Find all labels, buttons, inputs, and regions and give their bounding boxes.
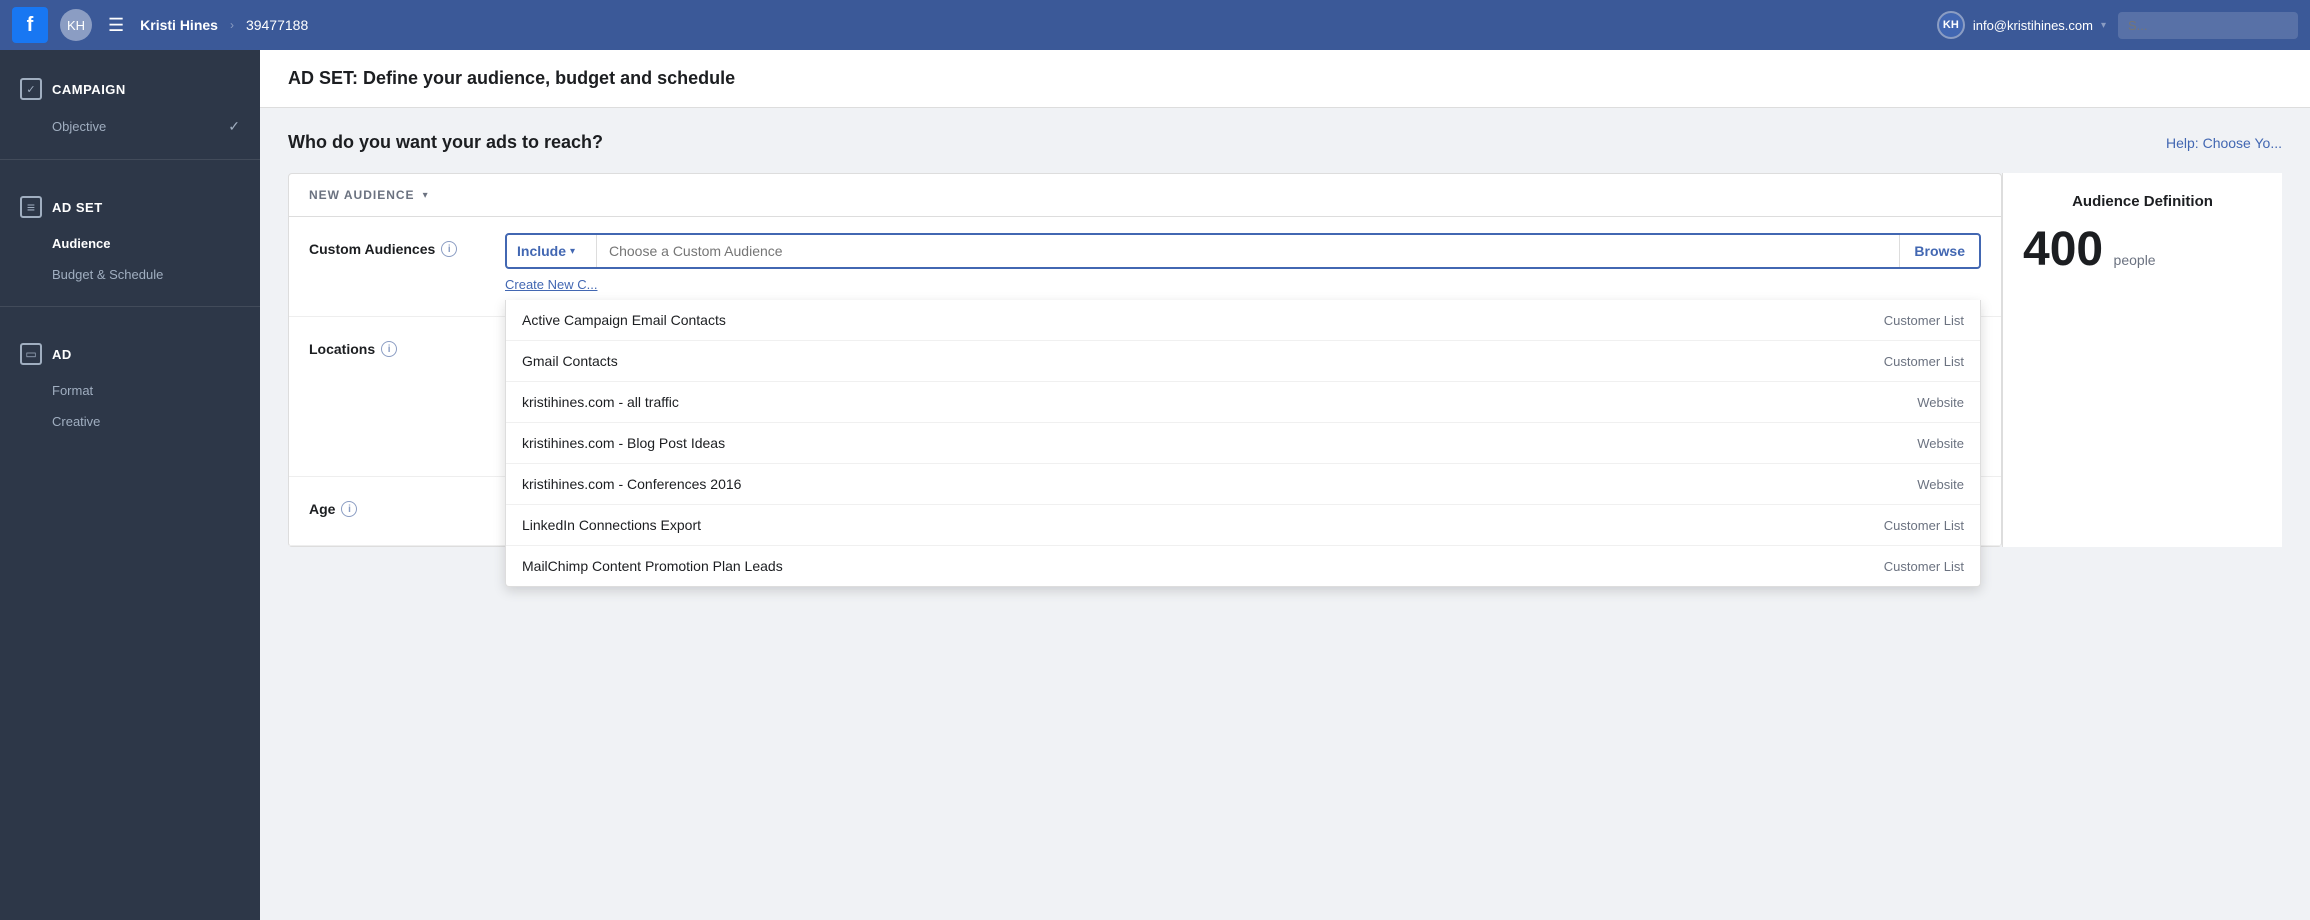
ad-section-header: ▭ AD <box>0 333 260 375</box>
dropdown-item-type-6: Customer List <box>1884 559 1964 574</box>
new-audience-label: NEW AUDIENCE <box>309 188 415 202</box>
dropdown-item-type-5: Customer List <box>1884 518 1964 533</box>
custom-audience-area: Include ▾ Browse Active Campaign <box>505 233 1981 300</box>
main-area: NEW AUDIENCE ▾ Custom Audiences i <box>288 173 2282 547</box>
content-body: Who do you want your ads to reach? Help:… <box>260 108 2310 920</box>
campaign-section-title: CAMPAIGN <box>52 82 126 97</box>
include-dropdown-arrow: ▾ <box>570 246 575 257</box>
sidebar-item-objective[interactable]: Objective ✓ <box>0 110 260 143</box>
campaign-section-header: ✓ CAMPAIGN <box>0 68 260 110</box>
sidebar-item-format[interactable]: Format <box>0 375 260 406</box>
audience-label: Audience <box>52 236 111 251</box>
sidebar-item-creative[interactable]: Creative <box>0 406 260 437</box>
age-label-area: Age i <box>309 493 489 517</box>
page-header-subtitle: Define your audience, budget and schedul… <box>363 68 735 88</box>
dropdown-item-name-6: MailChimp Content Promotion Plan Leads <box>522 558 783 574</box>
sidebar-section-adset: ≡ AD SET Audience Budget & Schedule <box>0 168 260 298</box>
dropdown-item-2[interactable]: kristihines.com - all traffic Website <box>506 382 1980 423</box>
dropdown-item-type-3: Website <box>1917 436 1964 451</box>
objective-label: Objective <box>52 119 106 134</box>
include-select[interactable]: Include ▾ <box>507 235 597 267</box>
divider-2 <box>0 306 260 307</box>
custom-audiences-label-area: Custom Audiences i <box>309 233 489 257</box>
form-area: NEW AUDIENCE ▾ Custom Audiences i <box>288 173 2002 547</box>
audience-definition-title: Audience Definition <box>2023 193 2262 210</box>
audience-people-label: people <box>2114 252 2156 268</box>
hamburger-icon[interactable]: ☰ <box>104 11 128 40</box>
creative-label: Creative <box>52 414 100 429</box>
ad-section-icon: ▭ <box>20 343 42 365</box>
budget-schedule-label: Budget & Schedule <box>52 267 163 282</box>
dropdown-item-5[interactable]: LinkedIn Connections Export Customer Lis… <box>506 505 1980 546</box>
audience-definition-panel: Audience Definition 400 people <box>2002 173 2282 547</box>
dropdown-item-type-4: Website <box>1917 477 1964 492</box>
audience-count-area: 400 people <box>2023 222 2262 277</box>
main-content: AD SET: Define your audience, budget and… <box>260 50 2310 920</box>
dropdown-item-name-0: Active Campaign Email Contacts <box>522 312 726 328</box>
locations-info-icon[interactable]: i <box>381 341 397 357</box>
nav-email: info@kristihines.com <box>1973 18 2093 33</box>
adset-section-icon: ≡ <box>20 196 42 218</box>
audience-panel: NEW AUDIENCE ▾ Custom Audiences i <box>288 173 2002 547</box>
email-dropdown-arrow[interactable]: ▾ <box>2101 20 2106 31</box>
dropdown-item-type-0: Customer List <box>1884 313 1964 328</box>
age-label: Age <box>309 501 335 517</box>
divider-1 <box>0 159 260 160</box>
audience-search-input[interactable] <box>597 235 1899 267</box>
dropdown-item-name-2: kristihines.com - all traffic <box>522 394 679 410</box>
dropdown-item-3[interactable]: kristihines.com - Blog Post Ideas Websit… <box>506 423 1980 464</box>
create-new-link[interactable]: Create New C... <box>505 269 1981 300</box>
sidebar-section-ad: ▭ AD Format Creative <box>0 315 260 445</box>
format-label: Format <box>52 383 93 398</box>
top-nav: f KH ☰ Kristi Hines › 39477188 KH info@k… <box>0 0 2310 50</box>
search-input[interactable] <box>2118 12 2298 39</box>
account-section: KH info@kristihines.com ▾ <box>1937 11 2106 39</box>
account-badge: KH <box>1937 11 1965 39</box>
user-avatar: KH <box>60 9 92 41</box>
dropdown-item-name-3: kristihines.com - Blog Post Ideas <box>522 435 725 451</box>
sidebar: ✓ CAMPAIGN Objective ✓ ≡ AD SET Audience… <box>0 50 260 920</box>
help-link[interactable]: Help: Choose Yo... <box>2166 135 2282 151</box>
section-title: Who do you want your ads to reach? <box>288 132 603 153</box>
new-audience-bar: NEW AUDIENCE ▾ <box>289 174 2001 217</box>
dropdown-item-name-5: LinkedIn Connections Export <box>522 517 701 533</box>
dropdown-item-0[interactable]: Active Campaign Email Contacts Customer … <box>506 300 1980 341</box>
dropdown-item-4[interactable]: kristihines.com - Conferences 2016 Websi… <box>506 464 1980 505</box>
locations-label: Locations <box>309 341 375 357</box>
adset-section-title: AD SET <box>52 200 103 215</box>
fb-logo-icon: f <box>12 7 48 43</box>
audience-count: 400 <box>2023 223 2103 276</box>
audience-dropdown: Active Campaign Email Contacts Customer … <box>505 300 1981 587</box>
nav-breadcrumb-arrow: › <box>230 18 234 32</box>
dropdown-item-6[interactable]: MailChimp Content Promotion Plan Leads C… <box>506 546 1980 586</box>
section-title-row: Who do you want your ads to reach? Help:… <box>288 132 2282 153</box>
campaign-section-icon: ✓ <box>20 78 42 100</box>
ad-section-title: AD <box>52 347 72 362</box>
custom-audiences-info-icon[interactable]: i <box>441 241 457 257</box>
age-info-icon[interactable]: i <box>341 501 357 517</box>
sidebar-section-campaign: ✓ CAMPAIGN Objective ✓ <box>0 50 260 151</box>
adset-section-header: ≡ AD SET <box>0 186 260 228</box>
nav-account-id: 39477188 <box>246 17 308 33</box>
page-header-title: AD SET: Define your audience, budget and… <box>288 68 2282 89</box>
include-select-wrapper: Include ▾ Browse <box>505 233 1981 269</box>
nav-username: Kristi Hines <box>140 17 218 33</box>
custom-audiences-row: Custom Audiences i Include ▾ <box>289 217 2001 317</box>
dropdown-item-1[interactable]: Gmail Contacts Customer List <box>506 341 1980 382</box>
dropdown-item-name-4: kristihines.com - Conferences 2016 <box>522 476 741 492</box>
new-audience-dropdown-arrow[interactable]: ▾ <box>423 190 428 201</box>
dropdown-item-name-1: Gmail Contacts <box>522 353 618 369</box>
locations-label-area: Locations i <box>309 333 489 357</box>
browse-button[interactable]: Browse <box>1899 235 1979 267</box>
dropdown-item-type-1: Customer List <box>1884 354 1964 369</box>
objective-checkmark: ✓ <box>228 118 240 135</box>
page-header-prefix: AD SET: <box>288 68 358 88</box>
custom-audiences-label: Custom Audiences <box>309 241 435 257</box>
page-header: AD SET: Define your audience, budget and… <box>260 50 2310 108</box>
include-text: Include <box>517 243 566 259</box>
dropdown-item-type-2: Website <box>1917 395 1964 410</box>
sidebar-item-budget-schedule[interactable]: Budget & Schedule <box>0 259 260 290</box>
sidebar-item-audience[interactable]: Audience <box>0 228 260 259</box>
